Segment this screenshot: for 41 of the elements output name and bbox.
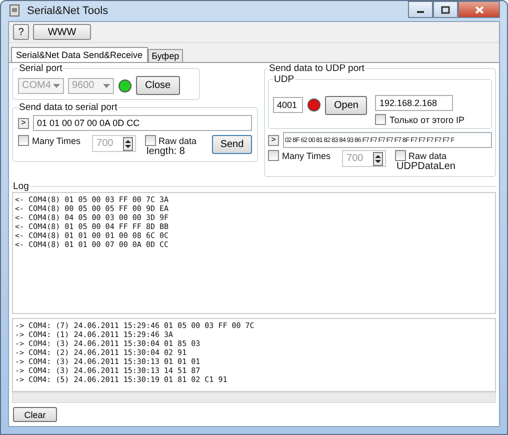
checkbox-label: Только от этого IP: [389, 114, 465, 124]
group-title: Send data to UDP port: [268, 63, 366, 74]
open-port-button[interactable]: Open: [325, 96, 368, 114]
toolbar-button[interactable]: WWW: [33, 24, 91, 40]
app-icon: [8, 4, 22, 18]
group-title: Send data to serial port: [18, 102, 118, 113]
checkbox[interactable]: [18, 135, 29, 146]
tab[interactable]: Буфер: [148, 49, 184, 62]
checkbox[interactable]: [268, 150, 279, 161]
send-button[interactable]: Send: [212, 135, 252, 154]
group-title: Log: [12, 181, 30, 192]
toolbar-button[interactable]: ?: [13, 24, 29, 40]
length-label: UDPDataLen: [396, 161, 456, 172]
history-button[interactable]: >: [18, 118, 29, 128]
checkbox[interactable]: [394, 150, 406, 161]
maximize-icon: [441, 6, 450, 14]
length-label: length: 8: [146, 146, 186, 157]
horizontal-scrollbar[interactable]: [12, 392, 496, 403]
history-button[interactable]: >: [268, 134, 279, 146]
minimize-button[interactable]: [408, 1, 433, 18]
caret-icon: [53, 84, 60, 88]
clear-button[interactable]: Clear: [13, 407, 57, 422]
ip-input-field[interactable]: 192.168.2.168: [375, 95, 454, 111]
checkbox[interactable]: [144, 135, 156, 146]
checkbox-label: Many Times: [32, 136, 81, 146]
close-button[interactable]: [458, 1, 500, 18]
group-title: Serial port: [18, 63, 64, 74]
port-input-field[interactable]: 4001: [273, 97, 303, 113]
caret-icon: [103, 84, 110, 88]
tab[interactable]: Serial&Net Data Send&Receive: [11, 47, 148, 62]
checkbox-label: Many Times: [282, 150, 331, 160]
spin-arrows-icon[interactable]: [122, 136, 133, 150]
spin-arrows-icon[interactable]: [372, 152, 383, 166]
checkbox[interactable]: [375, 114, 386, 125]
checkbox-label: Raw data: [158, 136, 197, 146]
close-icon: [474, 6, 484, 14]
window-title: Serial&Net Tools: [27, 5, 108, 17]
group-title: UDP: [273, 74, 296, 85]
checkbox-label: Raw data: [408, 150, 447, 160]
maximize-button[interactable]: [433, 1, 458, 18]
data-input-field[interactable]: 01 01 00 07 00 0A 0D CC: [33, 115, 252, 131]
